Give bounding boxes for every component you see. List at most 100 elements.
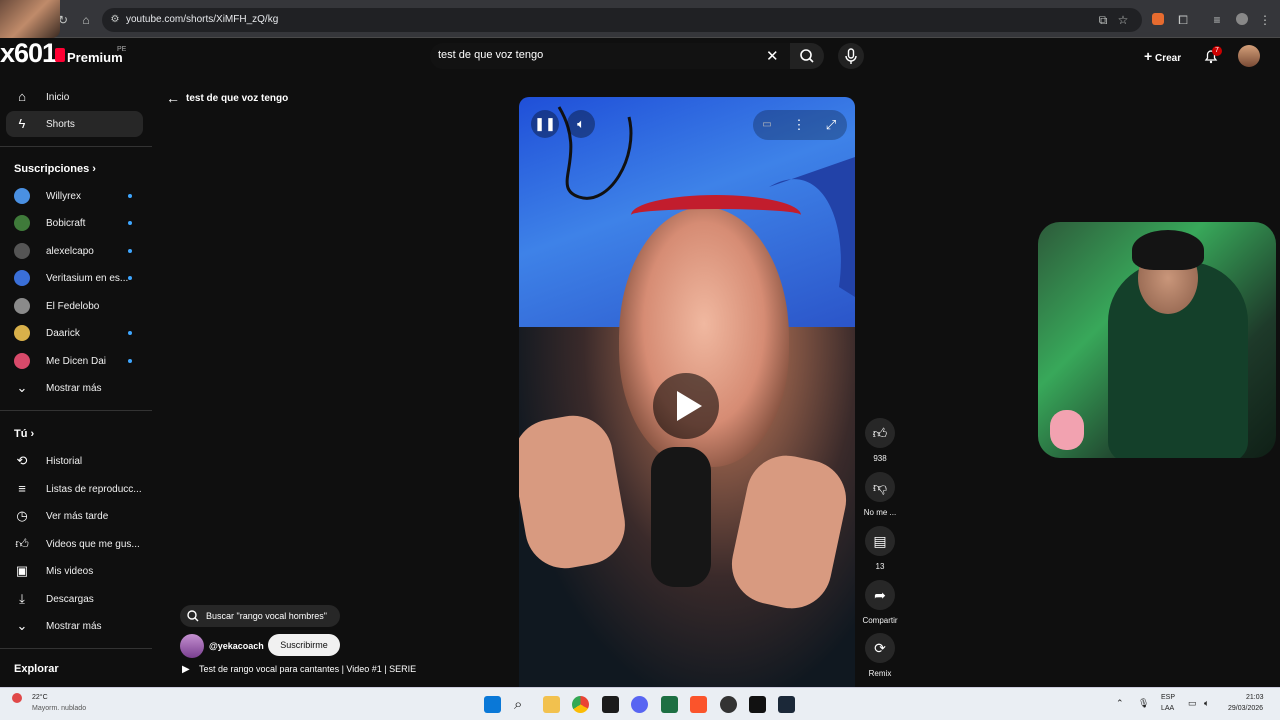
keyboard-region[interactable]: LAA — [1161, 705, 1174, 712]
sidebar-item-daarick[interactable]: Daarick — [6, 320, 143, 346]
new-content-dot — [128, 331, 132, 335]
browser-toolbar: ↻ ⌂ ⚙ youtube.com/shorts/XiMFH_zQ/kg ⧉ ☆… — [0, 0, 1280, 38]
video-microphone — [651, 447, 711, 587]
clear-search-icon[interactable]: ✕ — [766, 47, 779, 65]
sidebar-item-inicio[interactable]: ⌂ Inicio — [6, 84, 143, 110]
sidebar-item-label: Mostrar más — [46, 383, 102, 394]
bookmark-star-icon[interactable]: ☆ — [1116, 13, 1130, 27]
back-arrow-icon[interactable]: ← — [166, 90, 180, 106]
new-content-dot — [128, 359, 132, 363]
subscribe-button[interactable]: Suscribirme — [268, 634, 340, 656]
capcut-icon[interactable] — [749, 696, 766, 713]
profile-icon[interactable] — [1236, 13, 1248, 25]
related-search-text: Buscar "rango vocal hombres" — [206, 611, 327, 621]
discord-icon[interactable] — [631, 696, 648, 713]
browser-menu-icon[interactable]: ⋮ — [1258, 13, 1272, 27]
mic-tray-icon[interactable]: 🎙︎ — [1138, 698, 1149, 709]
short-title[interactable]: Test de rango vocal para cantantes | Vid… — [199, 664, 416, 674]
site-info-icon[interactable]: ⚙ — [108, 13, 122, 27]
address-bar[interactable]: ⚙ youtube.com/shorts/XiMFH_zQ/kg ⧉ ☆ — [102, 8, 1142, 32]
sidebar-item-my-videos[interactable]: ▣ Mis videos — [6, 558, 143, 584]
weather-desc[interactable]: Mayorm. nublado — [32, 705, 86, 712]
fullscreen-icon[interactable]: ⤢ — [817, 111, 845, 139]
comments-count: 13 — [875, 562, 885, 571]
tray-chevron-up-icon[interactable]: ⌃ — [1116, 698, 1124, 709]
monitor-tray-icon[interactable]: ▭ — [1188, 698, 1197, 709]
sidebar-item-willyrex[interactable]: Willyrex — [6, 183, 143, 209]
volume-button[interactable]: 🔈︎ — [567, 110, 595, 138]
comments-button[interactable]: ▤ — [865, 526, 895, 556]
youtube-premium-logo[interactable]: Premium — [67, 50, 123, 65]
dislike-button[interactable]: 👎︎ — [865, 472, 895, 502]
brave-icon[interactable] — [690, 696, 707, 713]
chrome-icon[interactable] — [572, 696, 589, 713]
extension-fox-icon[interactable] — [1152, 13, 1164, 25]
short-channel-avatar[interactable] — [180, 634, 204, 658]
obs-icon[interactable] — [720, 696, 737, 713]
search-icon — [800, 49, 814, 63]
sidebar-show-more-you[interactable]: ⌄ Mostrar más — [6, 613, 143, 639]
pause-icon: ❚❚ — [534, 116, 556, 131]
clock-time[interactable]: 21:03 — [1246, 694, 1264, 701]
clock-date[interactable]: 29/03/2026 — [1228, 705, 1263, 712]
create-button[interactable]: + Crear — [1136, 45, 1189, 67]
sidebar-item-label: Descargas — [46, 594, 94, 605]
excel-icon[interactable] — [661, 696, 678, 713]
back-title[interactable]: test de que voz tengo — [186, 93, 288, 104]
region-code: PE — [117, 46, 127, 53]
sidebar-item-me-dicen-dai[interactable]: Me Dicen Dai — [6, 348, 143, 374]
thumbs-up-icon: 👍︎ — [872, 425, 888, 441]
you-heading-label: Tú — [14, 428, 28, 440]
more-options-icon[interactable]: ⋮ — [785, 111, 813, 139]
share-button[interactable]: ➦ — [865, 580, 895, 610]
pause-button[interactable]: ❚❚ — [531, 110, 559, 138]
weather-alert-icon[interactable] — [12, 693, 22, 703]
home-browser-icon[interactable]: ⌂ — [79, 13, 93, 27]
sidebar-item-alexelcapo[interactable]: alexelcapo — [6, 238, 143, 264]
sidebar-item-label: Bobicraft — [46, 218, 86, 229]
voice-search-button[interactable] — [838, 43, 864, 69]
windows-start-icon[interactable] — [484, 696, 501, 713]
sidebar-item-veritasium[interactable]: Veritasium en es... — [6, 265, 143, 291]
captions-icon[interactable]: ▭ — [753, 111, 781, 139]
sidebar-item-downloads[interactable]: ⤓ Descargas — [6, 586, 143, 612]
volume-tray-icon[interactable]: 🔈︎ — [1204, 698, 1209, 709]
account-avatar[interactable] — [1238, 45, 1260, 67]
short-channel-name[interactable]: @yekacoach — [209, 641, 264, 651]
media-control-icon[interactable]: ≡ — [1210, 13, 1224, 27]
youtube-logo-icon[interactable] — [55, 48, 65, 62]
sidebar-item-bobicraft[interactable]: Bobicraft — [6, 210, 143, 236]
play-overlay-button[interactable] — [653, 373, 719, 439]
chevron-down-icon: ⌄ — [16, 380, 28, 395]
like-button[interactable]: 👍︎ — [865, 418, 895, 448]
sidebar-item-playlists[interactable]: ≡ Listas de reproducc... — [6, 476, 143, 502]
sidebar-show-more-subscriptions[interactable]: ⌄ Mostrar más — [6, 375, 143, 401]
sidebar-item-liked-videos[interactable]: 👍︎ Videos que me gus... — [6, 531, 143, 557]
my-videos-icon: ▣ — [15, 563, 29, 578]
install-icon[interactable]: ⧉ — [1096, 13, 1110, 27]
keyboard-language[interactable]: ESP — [1161, 694, 1175, 701]
streamer-avatar-overlay — [0, 0, 60, 38]
search-button[interactable] — [790, 43, 824, 69]
taskbar-search-icon[interactable]: ⌕ — [514, 696, 531, 713]
sidebar-item-historial[interactable]: ⟲ Historial — [6, 448, 143, 474]
terminal-icon[interactable] — [602, 696, 619, 713]
new-content-dot — [128, 194, 132, 198]
sidebar-item-shorts[interactable]: ϟ Shorts — [6, 111, 143, 137]
file-explorer-icon[interactable] — [543, 696, 560, 713]
explore-heading: Explorar — [14, 663, 59, 675]
streamer-webcam — [1038, 222, 1276, 458]
sidebar-item-label: Ver más tarde — [46, 511, 109, 522]
steam-icon[interactable] — [778, 696, 795, 713]
create-label: Crear — [1154, 53, 1182, 64]
search-input[interactable]: test de que voz tengo ✕ — [430, 43, 790, 69]
weather-temp[interactable]: 22°C — [32, 694, 48, 701]
sidebar-item-el-fedelobo[interactable]: El Fedelobo — [6, 293, 143, 319]
subscriptions-heading[interactable]: Suscripciones › — [14, 163, 96, 175]
sidebar-item-watch-later[interactable]: ◷ Ver más tarde — [6, 503, 143, 529]
related-search-chip[interactable]: Buscar "rango vocal hombres" — [180, 605, 340, 627]
extensions-puzzle-icon[interactable]: ⧠ — [1176, 13, 1190, 27]
sidebar-item-label: Willyrex — [46, 191, 81, 202]
you-heading[interactable]: Tú › — [14, 428, 34, 440]
remix-button[interactable]: ⟳ — [865, 633, 895, 663]
